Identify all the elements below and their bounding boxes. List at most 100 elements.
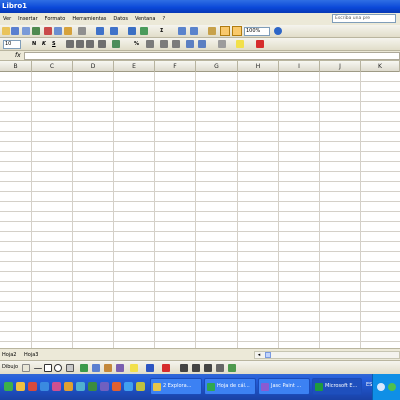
format-painter-icon[interactable] bbox=[78, 27, 86, 35]
rectangle-icon[interactable] bbox=[44, 364, 52, 372]
quicklaunch-icon[interactable] bbox=[136, 382, 145, 391]
quicklaunch-icon[interactable] bbox=[16, 382, 25, 391]
quicklaunch-icon[interactable] bbox=[40, 382, 49, 391]
hyperlink-icon[interactable] bbox=[128, 27, 136, 35]
drawing-toggle-icon[interactable] bbox=[220, 26, 230, 36]
tray-volume-icon[interactable] bbox=[388, 383, 396, 391]
cut-icon[interactable] bbox=[44, 27, 52, 35]
zoom-toggle-icon[interactable] bbox=[232, 26, 242, 36]
percent-button[interactable]: % bbox=[134, 40, 139, 48]
menu-ver[interactable]: Ver bbox=[3, 16, 11, 22]
cell-rows[interactable] bbox=[0, 72, 400, 348]
column-header-f[interactable]: F bbox=[155, 61, 196, 72]
open-icon[interactable] bbox=[2, 27, 10, 35]
borders-icon[interactable] bbox=[218, 40, 226, 48]
quicklaunch-icon[interactable] bbox=[112, 382, 121, 391]
column-header-g[interactable]: G bbox=[196, 61, 238, 72]
taskbar-button-spreadsheet[interactable]: Hoja de cál... bbox=[204, 378, 256, 395]
select-objects-icon[interactable] bbox=[22, 364, 30, 372]
menu-insertar[interactable]: Insertar bbox=[18, 16, 37, 22]
quicklaunch-icon[interactable] bbox=[52, 382, 61, 391]
quicklaunch-icon[interactable] bbox=[64, 382, 73, 391]
print-icon[interactable] bbox=[22, 27, 30, 35]
save-icon[interactable] bbox=[11, 27, 19, 35]
oval-icon[interactable] bbox=[54, 364, 62, 372]
quicklaunch-icon[interactable] bbox=[124, 382, 133, 391]
horizontal-scrollbar[interactable]: ◂ bbox=[254, 351, 400, 359]
quicklaunch-icon[interactable] bbox=[28, 382, 37, 391]
line-color-icon[interactable] bbox=[146, 364, 154, 372]
menu-ventana[interactable]: Ventana bbox=[135, 16, 156, 22]
taskbar-button-explorer[interactable]: 2 Explora... bbox=[150, 378, 202, 395]
column-header-d[interactable]: D bbox=[73, 61, 114, 72]
sheet-tab-hoja3[interactable]: Hoja3 bbox=[22, 350, 40, 360]
autosum-icon[interactable]: Σ bbox=[160, 27, 163, 35]
currency-icon[interactable] bbox=[112, 40, 120, 48]
sheet-tab-hoja2[interactable]: Hoja2 bbox=[0, 350, 18, 360]
sort-desc-icon[interactable] bbox=[190, 27, 198, 35]
quicklaunch-icon[interactable] bbox=[4, 382, 13, 391]
3d-style-icon[interactable] bbox=[228, 364, 236, 372]
italic-button[interactable]: K bbox=[42, 40, 46, 48]
font-size-select[interactable]: 10 bbox=[3, 40, 21, 49]
diagram-icon[interactable] bbox=[92, 364, 100, 372]
wordart-icon[interactable] bbox=[80, 364, 88, 372]
column-header-c[interactable]: C bbox=[32, 61, 73, 72]
undo-icon[interactable] bbox=[96, 27, 104, 35]
draw-font-color-icon[interactable] bbox=[162, 364, 170, 372]
menu-help[interactable]: ? bbox=[162, 16, 165, 22]
merge-center-icon[interactable] bbox=[98, 40, 106, 48]
shadow-style-icon[interactable] bbox=[216, 364, 224, 372]
help-icon[interactable] bbox=[274, 27, 282, 35]
scroll-thumb[interactable] bbox=[265, 352, 271, 358]
quicklaunch-icon[interactable] bbox=[88, 382, 97, 391]
formula-input[interactable] bbox=[24, 52, 400, 60]
zoom-select[interactable]: 100% bbox=[244, 27, 270, 36]
increase-decimal-icon[interactable] bbox=[160, 40, 168, 48]
align-left-icon[interactable] bbox=[66, 40, 74, 48]
fx-icon[interactable]: fx bbox=[15, 51, 21, 61]
arrow-style-icon[interactable] bbox=[204, 364, 212, 372]
spelling-icon[interactable] bbox=[32, 27, 40, 35]
column-header-k[interactable]: K bbox=[361, 61, 400, 72]
drawing-menu[interactable]: Dibujo bbox=[2, 364, 18, 370]
line-style-icon[interactable] bbox=[180, 364, 188, 372]
picture-icon[interactable] bbox=[116, 364, 124, 372]
decrease-decimal-icon[interactable] bbox=[172, 40, 180, 48]
increase-indent-icon[interactable] bbox=[198, 40, 206, 48]
paste-icon[interactable] bbox=[64, 27, 72, 35]
font-color-icon[interactable] bbox=[256, 40, 264, 48]
textbox-icon[interactable] bbox=[66, 364, 74, 372]
column-header-b[interactable]: B bbox=[0, 61, 32, 72]
fill-color-icon[interactable] bbox=[236, 40, 244, 48]
menu-herramientas[interactable]: Herramientas bbox=[72, 16, 106, 22]
draw-fill-color-icon[interactable] bbox=[130, 364, 138, 372]
column-header-e[interactable]: E bbox=[114, 61, 155, 72]
column-header-j[interactable]: J bbox=[320, 61, 361, 72]
menu-formato[interactable]: Formato bbox=[45, 16, 66, 22]
menu-datos[interactable]: Datos bbox=[113, 16, 128, 22]
taskbar-button-paint[interactable]: Jasc Paint ... bbox=[258, 378, 310, 395]
redo-icon[interactable] bbox=[110, 27, 118, 35]
help-search-input[interactable]: Escriba una pre bbox=[332, 14, 396, 23]
align-center-icon[interactable] bbox=[76, 40, 84, 48]
sort-asc-icon[interactable] bbox=[178, 27, 186, 35]
underline-button[interactable]: S bbox=[52, 40, 56, 48]
taskbar-button-excel[interactable]: Microsoft E... bbox=[312, 378, 362, 395]
bold-button[interactable]: N bbox=[32, 40, 36, 48]
column-header-i[interactable]: I bbox=[279, 61, 320, 72]
line-icon[interactable] bbox=[34, 368, 42, 369]
quicklaunch-icon[interactable] bbox=[100, 382, 109, 391]
dash-style-icon[interactable] bbox=[192, 364, 200, 372]
decrease-indent-icon[interactable] bbox=[186, 40, 194, 48]
column-header-h[interactable]: H bbox=[238, 61, 279, 72]
scroll-left-icon[interactable]: ◂ bbox=[255, 352, 263, 358]
clipart-icon[interactable] bbox=[104, 364, 112, 372]
align-right-icon[interactable] bbox=[86, 40, 94, 48]
chart-wizard-icon[interactable] bbox=[208, 27, 216, 35]
spreadsheet-grid[interactable]: B C D E F G H I J K bbox=[0, 61, 400, 348]
comma-style-icon[interactable] bbox=[146, 40, 154, 48]
research-icon[interactable] bbox=[140, 27, 148, 35]
quicklaunch-icon[interactable] bbox=[76, 382, 85, 391]
tray-network-icon[interactable] bbox=[377, 383, 385, 391]
